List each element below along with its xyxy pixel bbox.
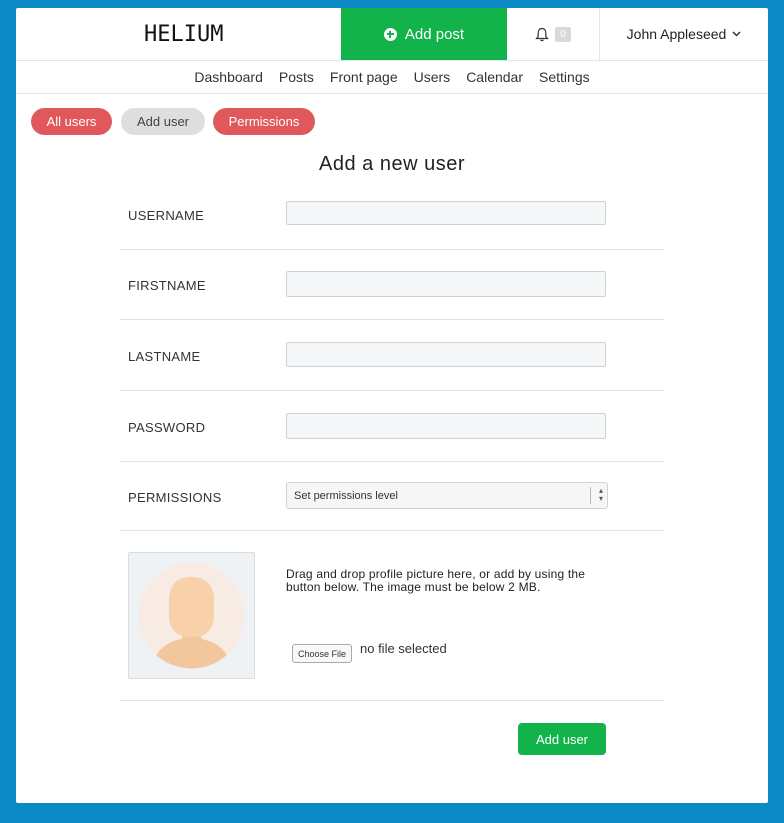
avatar-placeholder-icon <box>138 562 245 669</box>
username-row: USERNAME <box>120 186 664 250</box>
add-post-label: Add post <box>404 25 465 43</box>
firstname-row: FIRSTNAME <box>120 250 664 320</box>
permissions-button[interactable]: Permissions <box>213 108 315 135</box>
password-row: PASSWORD <box>120 391 664 462</box>
user-menu[interactable]: John Appleseed <box>600 8 768 60</box>
nav-item-front-page[interactable]: Front page <box>330 69 398 85</box>
password-label: PASSWORD <box>128 420 206 435</box>
profile-picture-dropzone[interactable] <box>128 552 255 679</box>
username-label: USERNAME <box>128 208 205 223</box>
add-post-button[interactable]: Add post <box>341 8 507 60</box>
password-input[interactable] <box>286 413 606 439</box>
add-user-submit-button[interactable]: Add user <box>518 723 606 755</box>
top-bar: HELIUM Add post 0 John Appleseed <box>16 8 768 61</box>
chevron-down-icon <box>732 31 741 37</box>
notifications-button[interactable]: 0 <box>507 8 600 60</box>
permissions-label: PERMISSIONS <box>128 490 222 505</box>
permissions-select[interactable]: Set permissions level ▴ ▾ <box>286 482 608 509</box>
choose-file-button[interactable]: Choose File <box>292 644 353 663</box>
dropzone-instructions: Drag and drop profile picture here, or a… <box>286 567 586 594</box>
lastname-row: LASTNAME <box>120 320 664 391</box>
firstname-input[interactable] <box>286 271 606 297</box>
app-frame: HELIUM Add post 0 John Appleseed Dashboa… <box>16 8 768 803</box>
select-arrows-icon: ▴ ▾ <box>590 487 603 504</box>
nav-item-dashboard[interactable]: Dashboard <box>194 69 263 85</box>
add-user-tab-button[interactable]: Add user <box>121 108 205 135</box>
bell-icon <box>535 27 550 41</box>
permissions-row: PERMISSIONS Set permissions level ▴ ▾ <box>120 462 664 531</box>
lastname-label: LASTNAME <box>128 349 201 364</box>
nav-item-posts[interactable]: Posts <box>279 69 314 85</box>
user-name: John Appleseed <box>626 26 727 42</box>
permissions-select-value: Set permissions level <box>294 489 398 502</box>
nav-item-calendar[interactable]: Calendar <box>466 69 523 85</box>
page-title: Add a new user <box>319 153 465 175</box>
username-input[interactable] <box>286 201 606 225</box>
nav-item-settings[interactable]: Settings <box>539 69 590 85</box>
main-nav: Dashboard Posts Front page Users Calenda… <box>16 61 768 94</box>
file-status: no file selected <box>360 641 447 656</box>
lastname-input[interactable] <box>286 342 606 367</box>
notification-badge: 0 <box>555 26 571 42</box>
all-users-button[interactable]: All users <box>31 108 112 135</box>
firstname-label: FIRSTNAME <box>128 278 206 293</box>
plus-circle-icon <box>383 27 397 41</box>
logo: HELIUM <box>144 22 224 47</box>
nav-item-users[interactable]: Users <box>414 69 451 85</box>
